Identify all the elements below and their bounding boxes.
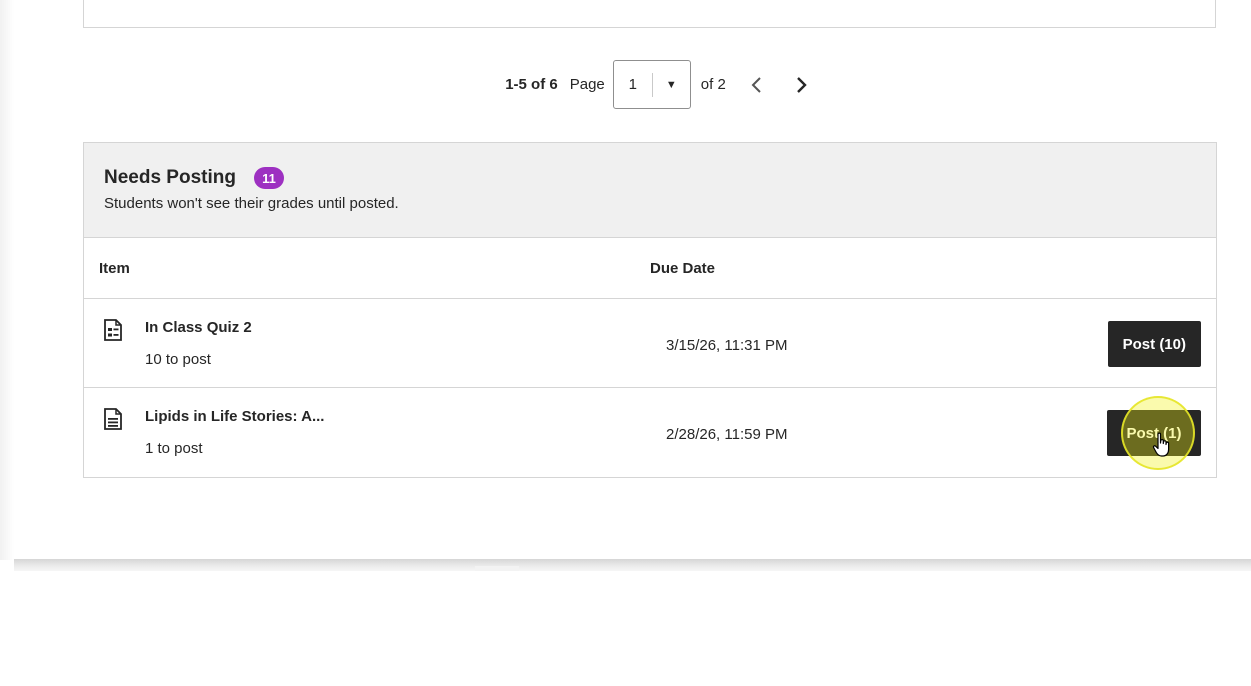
- page-footer-divider: [14, 559, 1251, 571]
- item-due-date: 3/15/26, 11:31 PM: [666, 337, 788, 354]
- table-header: Item Due Date: [84, 238, 1216, 299]
- next-page-button[interactable]: [788, 71, 816, 99]
- pagination-range: 1-5 of 6: [505, 76, 558, 93]
- column-header-item: Item: [99, 259, 130, 277]
- needs-posting-panel: Needs Posting 11 Students won't see thei…: [83, 142, 1217, 478]
- footer-tab-notch: [475, 566, 519, 571]
- needs-posting-title: Needs Posting: [104, 167, 236, 188]
- chevron-right-icon: [796, 76, 807, 93]
- chevron-left-icon: [751, 76, 761, 93]
- page-total: of 2: [700, 76, 726, 93]
- page-select[interactable]: 1 ▼: [612, 60, 691, 109]
- previous-page-button[interactable]: [742, 71, 770, 99]
- table-row: Lipids in Life Stories: A... 1 to post 2…: [84, 388, 1216, 477]
- document-icon: [104, 408, 122, 430]
- previous-panel-bottom: [83, 0, 1216, 28]
- item-due-date: 2/28/26, 11:59 PM: [666, 426, 788, 443]
- post-button[interactable]: Post (10): [1107, 321, 1201, 367]
- needs-posting-subtitle: Students won't see their grades until po…: [104, 195, 399, 212]
- pagination: 1-5 of 6 Page 1 ▼ of 2: [0, 59, 1251, 110]
- caret-down-icon: ▼: [665, 78, 677, 91]
- needs-posting-count-badge: 11: [253, 167, 284, 189]
- column-header-due-date: Due Date: [650, 259, 716, 277]
- item-post-count: 1 to post: [145, 440, 203, 457]
- item-post-count: 10 to post: [145, 351, 211, 368]
- table-row: In Class Quiz 2 10 to post 3/15/26, 11:3…: [84, 299, 1216, 388]
- needs-posting-header: Needs Posting 11 Students won't see thei…: [84, 143, 1216, 238]
- post-button[interactable]: Post (1): [1107, 410, 1201, 456]
- needs-posting-title-row: Needs Posting 11: [104, 167, 1216, 189]
- page-label: Page: [569, 76, 605, 93]
- quiz-icon: [104, 319, 122, 341]
- item-name[interactable]: Lipids in Life Stories: A...: [145, 408, 324, 425]
- page-select-value: 1: [628, 76, 637, 93]
- item-name[interactable]: In Class Quiz 2: [145, 319, 252, 336]
